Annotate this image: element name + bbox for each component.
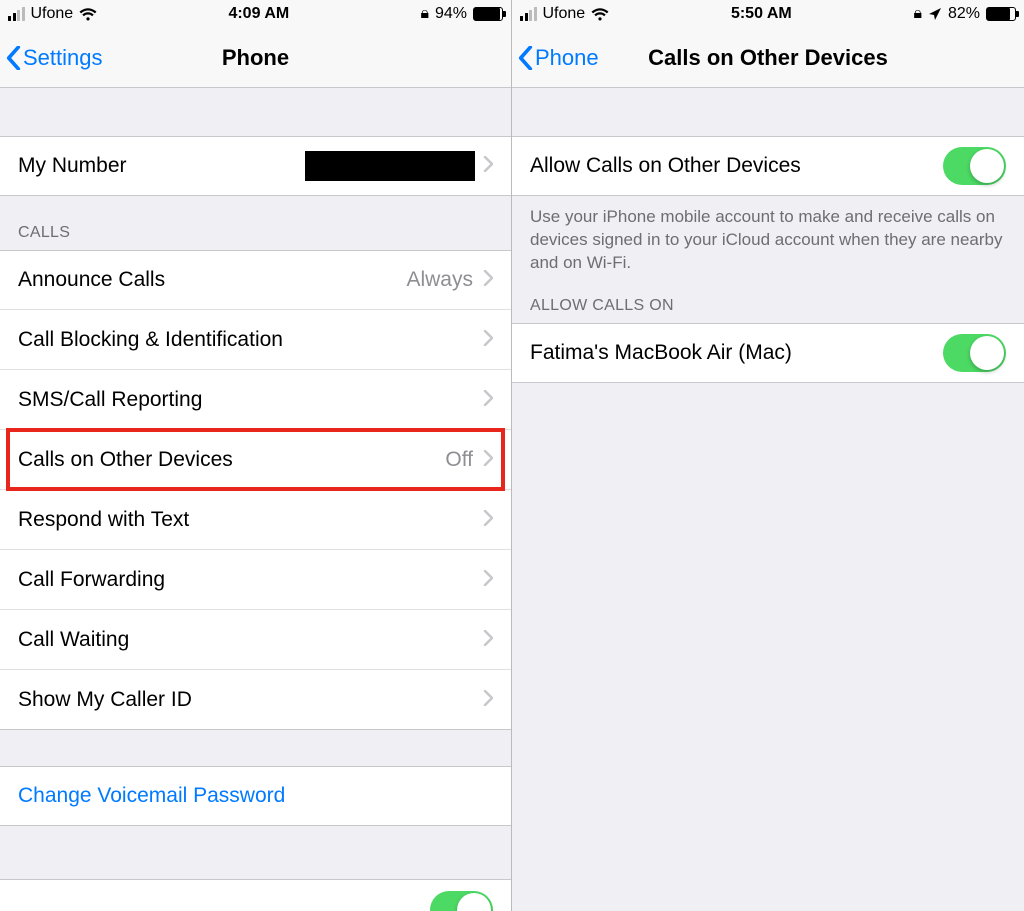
nav-bar: Phone Calls on Other Devices xyxy=(512,28,1024,88)
back-button[interactable]: Settings xyxy=(0,45,103,71)
row-call-blocking[interactable]: Call Blocking & Identification xyxy=(0,310,511,370)
chevron-right-icon xyxy=(483,448,493,472)
row-calls-other-devices[interactable]: Calls on Other Devices Off xyxy=(0,430,511,490)
carrier-label: Ufone xyxy=(31,5,74,23)
screen-phone-settings: Ufone 4:09 AM 🔒︎ 94% Settings Phone My N… xyxy=(0,0,512,911)
row-my-number[interactable]: My Number xyxy=(0,136,511,196)
status-time: 4:09 AM xyxy=(228,5,289,23)
chevron-right-icon xyxy=(483,388,493,412)
row-sms-reporting[interactable]: SMS/Call Reporting xyxy=(0,370,511,430)
status-bar: Ufone 5:50 AM 🔒︎ 82% xyxy=(512,0,1024,28)
chevron-right-icon xyxy=(483,154,493,178)
row-change-voicemail[interactable]: Change Voicemail Password xyxy=(0,766,511,826)
chevron-right-icon xyxy=(483,328,493,352)
carrier-label: Ufone xyxy=(543,5,586,23)
section-header-calls: CALLS xyxy=(0,196,511,250)
battery-pct: 94% xyxy=(435,5,467,23)
chevron-right-icon xyxy=(483,568,493,592)
row-call-waiting[interactable]: Call Waiting xyxy=(0,610,511,670)
orientation-lock-icon: 🔒︎ xyxy=(913,5,922,23)
chevron-right-icon xyxy=(483,508,493,532)
row-label: Call Blocking & Identification xyxy=(18,328,483,352)
row-label: Call Forwarding xyxy=(18,568,483,592)
back-label: Settings xyxy=(23,45,103,71)
row-value: Off xyxy=(445,448,473,472)
row-value: Always xyxy=(406,268,473,292)
screen-calls-other-devices: Ufone 5:50 AM 🔒︎ 82% Phone Calls on Othe… xyxy=(512,0,1024,911)
toggle-switch[interactable] xyxy=(430,891,493,911)
back-label: Phone xyxy=(535,45,599,71)
row-label: Respond with Text xyxy=(18,508,483,532)
status-time: 5:50 AM xyxy=(731,5,792,23)
row-announce-calls[interactable]: Announce Calls Always xyxy=(0,250,511,310)
row-label: Call Waiting xyxy=(18,628,483,652)
redacted-number xyxy=(305,151,475,181)
row-call-forwarding[interactable]: Call Forwarding xyxy=(0,550,511,610)
allow-calls-toggle[interactable] xyxy=(943,147,1006,185)
wifi-icon xyxy=(591,8,609,21)
row-label: Change Voicemail Password xyxy=(18,784,493,808)
chevron-right-icon xyxy=(483,688,493,712)
row-label: My Number xyxy=(18,154,305,178)
row-label: Fatima's MacBook Air (Mac) xyxy=(530,341,943,365)
chevron-right-icon xyxy=(483,268,493,292)
status-bar: Ufone 4:09 AM 🔒︎ 94% xyxy=(0,0,511,28)
signal-icon xyxy=(520,7,537,21)
section-footer: Use your iPhone mobile account to make a… xyxy=(512,196,1024,279)
signal-icon xyxy=(8,7,25,21)
row-label: Calls on Other Devices xyxy=(18,448,445,472)
row-allow-calls: Allow Calls on Other Devices xyxy=(512,136,1024,196)
battery-icon xyxy=(473,7,503,21)
row-label: Announce Calls xyxy=(18,268,406,292)
row-caller-id[interactable]: Show My Caller ID xyxy=(0,670,511,730)
partial-row xyxy=(0,879,511,911)
back-button[interactable]: Phone xyxy=(512,45,599,71)
battery-icon xyxy=(986,7,1016,21)
wifi-icon xyxy=(79,8,97,21)
row-label: SMS/Call Reporting xyxy=(18,388,483,412)
chevron-right-icon xyxy=(483,628,493,652)
orientation-lock-icon: 🔒︎ xyxy=(420,5,429,23)
row-device: Fatima's MacBook Air (Mac) xyxy=(512,323,1024,383)
location-icon xyxy=(928,7,942,21)
row-label: Show My Caller ID xyxy=(18,688,483,712)
device-toggle[interactable] xyxy=(943,334,1006,372)
row-label: Allow Calls on Other Devices xyxy=(530,154,943,178)
section-header-allow-on: ALLOW CALLS ON xyxy=(512,279,1024,323)
row-respond-text[interactable]: Respond with Text xyxy=(0,490,511,550)
battery-pct: 82% xyxy=(948,5,980,23)
nav-bar: Settings Phone xyxy=(0,28,511,88)
